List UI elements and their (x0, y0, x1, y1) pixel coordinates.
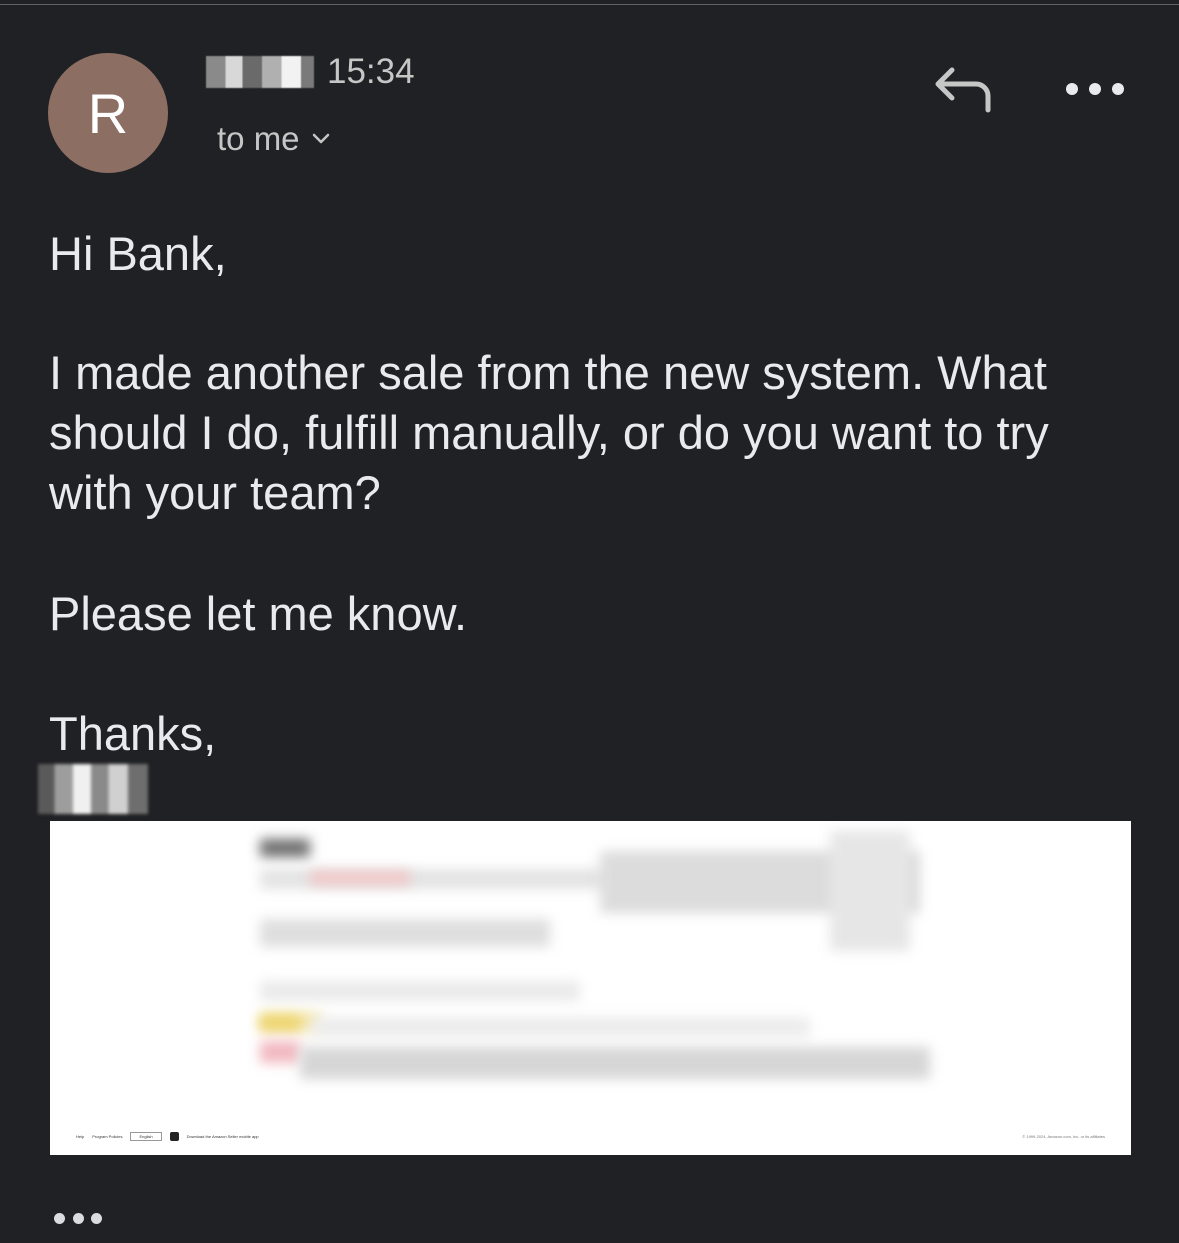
top-divider (0, 4, 1179, 5)
greeting-text: Hi Bank, (49, 227, 227, 280)
redacted-block (300, 1047, 930, 1079)
chevron-down-icon (312, 133, 329, 144)
message-time: 15:34 (327, 52, 415, 91)
more-dot-icon (1066, 83, 1078, 95)
show-trimmed-content-button[interactable] (54, 1213, 102, 1225)
recipients-toggle[interactable]: to me (217, 120, 332, 158)
recipients-label: to me (217, 120, 300, 157)
redacted-block (260, 1041, 300, 1063)
footer-link-help: Help (76, 1133, 85, 1139)
redacted-block (260, 1016, 300, 1030)
redacted-block (830, 831, 910, 951)
sender-name-redacted[interactable] (206, 56, 314, 88)
app-promo-text: Download the Amazon Seller mobile app (186, 1133, 259, 1139)
ellipsis-dot-icon (72, 1213, 84, 1224)
redacted-block (260, 839, 310, 857)
redacted-block (310, 871, 410, 885)
phone-icon (169, 1131, 179, 1141)
redacted-block (310, 1017, 810, 1037)
sender-avatar[interactable]: R (48, 53, 168, 173)
more-dot-icon (1089, 83, 1101, 95)
signature-redacted (38, 764, 148, 814)
copyright-text: © 1999-2024, Amazon.com, Inc. or its aff… (1022, 1133, 1105, 1139)
footer-link-policies: Program Policies (92, 1133, 123, 1139)
screenshot-footer: Help Program Policies English Download t… (76, 1129, 1105, 1143)
ellipsis-dot-icon (91, 1213, 102, 1224)
reply-icon (935, 67, 991, 113)
attached-screenshot[interactable]: Help Program Policies English Download t… (50, 821, 1131, 1155)
language-select: English (130, 1131, 162, 1141)
request-text: Please let me know. (49, 587, 467, 640)
more-options-button[interactable] (1066, 76, 1124, 102)
ellipsis-dot-icon (54, 1213, 65, 1224)
redacted-block (260, 919, 550, 947)
more-dot-icon (1112, 83, 1124, 95)
avatar-letter: R (87, 81, 129, 145)
signoff-text: Thanks, (49, 707, 217, 760)
reply-button[interactable] (932, 62, 996, 114)
redacted-block (260, 981, 580, 1001)
message-paragraph: I made another sale from the new system.… (49, 346, 1049, 519)
